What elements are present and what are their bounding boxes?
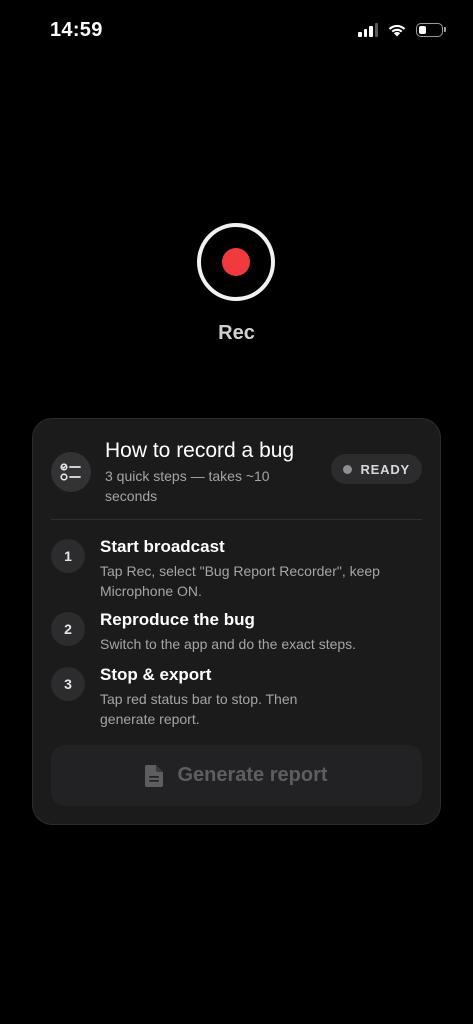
battery-icon [416, 22, 446, 37]
status-bar: 14:59 [0, 0, 473, 62]
card-title: How to record a bug [105, 439, 295, 462]
step-number: 3 [51, 667, 85, 701]
step-description: Tap red status bar to stop. Then generat… [100, 691, 298, 727]
wifi-icon [388, 24, 406, 37]
generate-report-label: Generate report [177, 764, 328, 786]
status-dot-icon [343, 464, 353, 474]
battery-fill [419, 25, 426, 34]
document-icon [145, 764, 164, 787]
step-title: Stop & export [100, 665, 212, 684]
record-dot-icon [222, 248, 250, 276]
record-label: Rec [218, 322, 255, 344]
step-number: 2 [51, 612, 85, 646]
generate-report-button[interactable]: Generate report [51, 745, 422, 806]
status-badge-label: READY [360, 461, 410, 477]
instructions-card: How to record a bug 3 quick steps — take… [32, 418, 441, 825]
step-description: Switch to the app and do the exact steps… [100, 636, 357, 652]
status-time: 14:59 [50, 19, 103, 41]
cellular-signal-icon [358, 22, 378, 37]
card-subtitle: 3 quick steps — takes ~10 seconds [105, 468, 270, 504]
status-icons [358, 22, 446, 37]
status-badge: READY [331, 454, 422, 484]
record-button[interactable] [197, 223, 275, 301]
step-title: Reproduce the bug [100, 610, 255, 629]
step-title: Start broadcast [100, 537, 225, 556]
divider [51, 519, 422, 520]
card-header: How to record a bug 3 quick steps — take… [51, 439, 422, 521]
checklist-icon [51, 452, 91, 492]
step-description: Tap Rec, select "Bug Report Recorder", k… [100, 563, 380, 599]
step-number: 1 [51, 539, 85, 573]
